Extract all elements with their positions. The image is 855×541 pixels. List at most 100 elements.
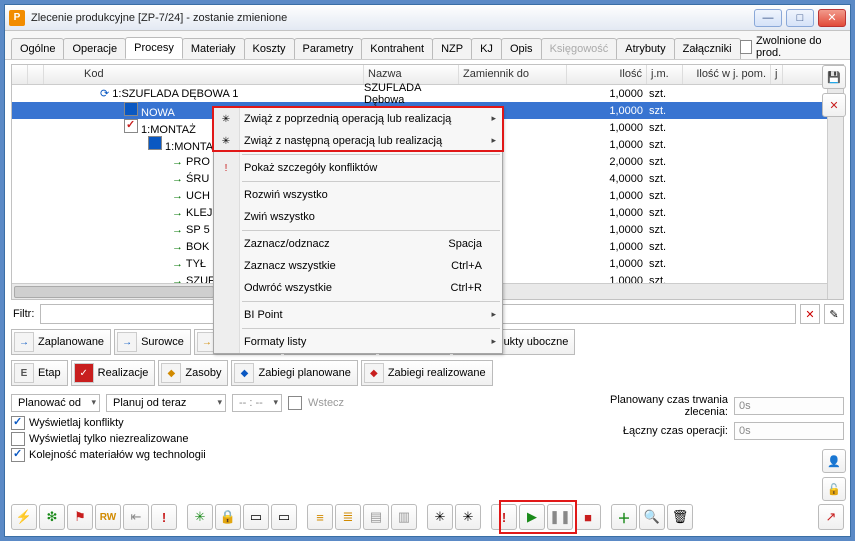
lower-area: Planować od Planuj od teraz -- : -- Wste… bbox=[11, 394, 844, 462]
ctx-bipoint[interactable]: BI Point▸ bbox=[214, 304, 502, 326]
checkbox-icon bbox=[740, 40, 753, 54]
chk-niezrealizowane[interactable]: Wyświetlaj tylko niezrealizowane bbox=[11, 432, 544, 446]
tab-ksiegowosc: Księgowość bbox=[541, 38, 618, 59]
warning-icon: ! bbox=[218, 160, 234, 176]
col-ilpom[interactable]: Ilość w j. pom. bbox=[683, 65, 771, 84]
side-tools-top: 💾 ✕ bbox=[822, 65, 846, 117]
tab-zalaczniki[interactable]: Załączniki bbox=[674, 38, 741, 59]
tb-add[interactable]: ＋ bbox=[611, 504, 637, 530]
total-time-value: 0s bbox=[734, 422, 844, 440]
col-jp[interactable]: j bbox=[771, 65, 783, 84]
planned-time-value: 0s bbox=[734, 397, 844, 415]
filter-edit-button[interactable]: ✎ bbox=[824, 304, 844, 324]
chk-kolejnosc[interactable]: Kolejność materiałów wg technologii bbox=[11, 448, 544, 462]
tb-bolt[interactable]: ⚡ bbox=[11, 504, 37, 530]
tab-materialy[interactable]: Materiały bbox=[182, 38, 245, 59]
scrollbar-v[interactable] bbox=[827, 85, 843, 299]
ctx-select-all[interactable]: Zaznacz wszystkieCtrl+A bbox=[214, 255, 502, 277]
released-checkbox[interactable]: Zwolnione do prod. bbox=[740, 35, 844, 59]
tb-flag[interactable]: ⚑ bbox=[67, 504, 93, 530]
btn-surowce[interactable]: →Surowce bbox=[114, 329, 191, 355]
tab-ogolne[interactable]: Ogólne bbox=[11, 38, 64, 59]
tb-back[interactable]: ⇤ bbox=[123, 504, 149, 530]
lock-button[interactable]: 🔓 bbox=[822, 477, 846, 501]
tb-gray2[interactable]: ▥ bbox=[391, 504, 417, 530]
total-time-label: Łączny czas operacji: bbox=[564, 425, 734, 437]
context-menu: ✳Zwiąż z poprzednią operacją lub realiza… bbox=[213, 107, 503, 354]
tb-warn[interactable]: ! bbox=[151, 504, 177, 530]
tb-doc2[interactable]: ▭ bbox=[271, 504, 297, 530]
bottom-toolbar: ⚡ ❇ ⚑ RW ⇤ ! ✳ 🔒 ▭ ▭ ≡ ≣ ▤ ▥ ✳ ✳ ! ▶ ❚❚ … bbox=[11, 502, 844, 532]
ctx-bind-prev[interactable]: ✳Zwiąż z poprzednią operacją lub realiza… bbox=[214, 108, 502, 130]
plan-from-select[interactable]: Planować od bbox=[11, 394, 100, 412]
btn-zasoby[interactable]: ◆Zasoby bbox=[158, 360, 228, 386]
filter-label: Filtr: bbox=[11, 308, 36, 320]
plan-controls: Planować od Planuj od teraz -- : -- Wste… bbox=[11, 394, 544, 412]
tb-bars1[interactable]: ≡ bbox=[307, 504, 333, 530]
user-button[interactable]: 👤 bbox=[822, 449, 846, 473]
tab-strip: Ogólne Operacje Procesy Materiały Koszty… bbox=[5, 31, 850, 60]
tb-export[interactable]: ↗ bbox=[818, 504, 844, 530]
plan-mode-select[interactable]: Planuj od teraz bbox=[106, 394, 226, 412]
tb-zoom[interactable]: 🔍 bbox=[639, 504, 665, 530]
tb-lock[interactable]: 🔒 bbox=[215, 504, 241, 530]
tb-link-prev[interactable]: ✳ bbox=[427, 504, 453, 530]
wstecz-label: Wstecz bbox=[308, 397, 344, 409]
tb-bars2[interactable]: ≣ bbox=[335, 504, 361, 530]
tab-koszty[interactable]: Koszty bbox=[244, 38, 295, 59]
app-icon: P bbox=[9, 10, 25, 26]
plan-time-input[interactable]: -- : -- bbox=[232, 394, 282, 412]
tb-gray1[interactable]: ▤ bbox=[363, 504, 389, 530]
released-label: Zwolnione do prod. bbox=[756, 35, 838, 59]
tab-operacje[interactable]: Operacje bbox=[63, 38, 126, 59]
tb-play[interactable]: ▶ bbox=[519, 504, 545, 530]
tab-kj[interactable]: KJ bbox=[471, 38, 502, 59]
filter-clear-button[interactable]: ✕ bbox=[800, 304, 820, 324]
tb-linkg[interactable]: ✳ bbox=[187, 504, 213, 530]
tree-row[interactable]: ⟳ 1:SZUFLADA DĘBOWA 1SZUFLADA Dębowa1,00… bbox=[12, 85, 843, 102]
col-zam[interactable]: Zamiennik do bbox=[459, 65, 567, 84]
maximize-button[interactable]: □ bbox=[786, 9, 814, 27]
wstecz-checkbox[interactable] bbox=[288, 396, 302, 410]
tb-rw[interactable]: RW bbox=[95, 504, 121, 530]
btn-zabiegi-plan[interactable]: ◆Zabiegi planowane bbox=[231, 360, 357, 386]
tb-warn2[interactable]: ! bbox=[491, 504, 517, 530]
legend-row-2: EEtap ✓Realizacje ◆Zasoby ◆Zabiegi plano… bbox=[11, 360, 844, 386]
col-jm[interactable]: j.m. bbox=[647, 65, 683, 84]
close-button[interactable]: ✕ bbox=[818, 9, 846, 27]
ctx-conflicts[interactable]: !Pokaż szczegóły konfliktów bbox=[214, 157, 502, 179]
col-kod[interactable]: Kod bbox=[44, 65, 364, 84]
tb-link-next[interactable]: ✳ bbox=[455, 504, 481, 530]
ctx-expand-all[interactable]: Rozwiń wszystko bbox=[214, 184, 502, 206]
side-tools-bottom: 👤 🔓 bbox=[822, 449, 846, 501]
minimize-button[interactable]: — bbox=[754, 9, 782, 27]
ctx-list-formats[interactable]: Formaty listy▸ bbox=[214, 331, 502, 353]
delete-button[interactable]: ✕ bbox=[822, 93, 846, 117]
window-title: Zlecenie produkcyjne [ZP-7/24] - zostani… bbox=[31, 12, 754, 24]
tab-parametry[interactable]: Parametry bbox=[294, 38, 363, 59]
tb-tree[interactable]: ❇ bbox=[39, 504, 65, 530]
tab-atrybuty[interactable]: Atrybuty bbox=[616, 38, 674, 59]
ctx-toggle[interactable]: Zaznacz/odznaczSpacja bbox=[214, 233, 502, 255]
col-ilosc[interactable]: Ilość bbox=[567, 65, 647, 84]
btn-zabiegi-real[interactable]: ◆Zabiegi realizowane bbox=[361, 360, 493, 386]
main-window: P Zlecenie produkcyjne [ZP-7/24] - zosta… bbox=[4, 4, 851, 537]
tab-opis[interactable]: Opis bbox=[501, 38, 542, 59]
link-next-icon: ✳ bbox=[218, 133, 234, 149]
btn-zaplanowane[interactable]: →Zaplanowane bbox=[11, 329, 111, 355]
tab-nzp[interactable]: NZP bbox=[432, 38, 472, 59]
tab-procesy[interactable]: Procesy bbox=[125, 37, 183, 59]
save-button[interactable]: 💾 bbox=[822, 65, 846, 89]
tb-pause[interactable]: ❚❚ bbox=[547, 504, 573, 530]
tb-stop[interactable]: ■ bbox=[575, 504, 601, 530]
link-prev-icon: ✳ bbox=[218, 111, 234, 127]
btn-etap[interactable]: EEtap bbox=[11, 360, 68, 386]
ctx-bind-next[interactable]: ✳Zwiąż z następną operacją lub realizacj… bbox=[214, 130, 502, 152]
ctx-collapse-all[interactable]: Zwiń wszystko bbox=[214, 206, 502, 228]
tab-kontrahent[interactable]: Kontrahent bbox=[361, 38, 433, 59]
tb-doc1[interactable]: ▭ bbox=[243, 504, 269, 530]
tb-trash[interactable]: 🗑 bbox=[667, 504, 693, 530]
ctx-invert[interactable]: Odwróć wszystkieCtrl+R bbox=[214, 277, 502, 299]
btn-realizacje[interactable]: ✓Realizacje bbox=[71, 360, 156, 386]
chk-konflikty[interactable]: Wyświetlaj konflikty bbox=[11, 416, 544, 430]
